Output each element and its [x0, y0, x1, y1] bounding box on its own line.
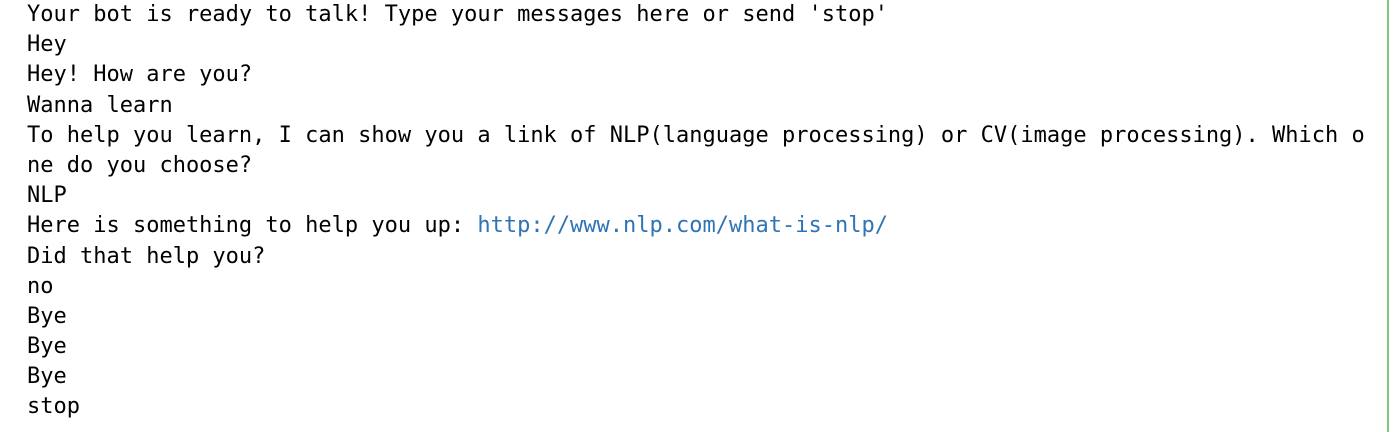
console-line-bye-1: Bye [27, 303, 67, 329]
console-line-user-no: no [27, 273, 54, 299]
chat-console-output: Your bot is ready to talk! Type your mes… [0, 0, 1387, 432]
console-line-bot-greeting: Hey! How are you? [27, 62, 253, 88]
console-line-stop: stop [27, 394, 80, 420]
console-line-intro: Your bot is ready to talk! Type your mes… [27, 2, 888, 27]
console-line-user-nlp: NLP [27, 183, 67, 209]
nlp-link[interactable]: http://www.nlp.com/what-is-nlp/ [477, 213, 888, 238]
console-line-user-hey: Hey [27, 32, 67, 58]
console-line-bot-choice-question: To help you learn, I can show you a link… [27, 122, 1365, 178]
console-line-bye-2: Bye [27, 334, 67, 360]
panel-right-border [1387, 0, 1389, 432]
console-line-bot-link-message: Here is something to help you up: http:/… [27, 211, 1387, 241]
console-line-bot-help-question: Did that help you? [27, 243, 266, 269]
link-message-prefix: Here is something to help you up: [27, 213, 478, 239]
console-line-bye-3: Bye [27, 364, 67, 390]
console-line-user-wanna-learn: Wanna learn [27, 92, 173, 118]
